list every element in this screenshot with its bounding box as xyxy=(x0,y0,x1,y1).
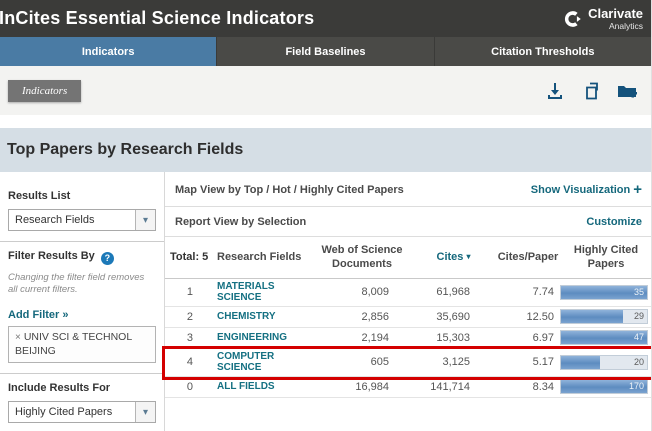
row-rank: 4 xyxy=(165,356,207,368)
remove-filter-icon[interactable]: × xyxy=(15,332,21,343)
results-list-value: Research Fields xyxy=(9,210,135,230)
research-field-link[interactable]: MATERIALS SCIENCE xyxy=(207,281,313,304)
toolbar: Indicators xyxy=(0,66,651,115)
research-field-link[interactable]: ALL FIELDS xyxy=(207,381,313,393)
spacer xyxy=(0,115,651,128)
highly-cited-papers-bar: 170 xyxy=(560,379,648,394)
row-cites: 35,690 xyxy=(411,311,496,323)
row-cites-per-paper: 12.50 xyxy=(496,311,560,323)
clarivate-logo: Clarivate Analytics xyxy=(563,7,645,31)
page-title-banner: Top Papers by Research Fields xyxy=(0,128,651,172)
page-title: Top Papers by Research Fields xyxy=(7,141,243,159)
row-web-of-science-documents: 8,009 xyxy=(313,286,411,298)
include-results-section: Include Results For Highly Cited Papers … xyxy=(0,373,164,431)
app-title: InCites Essential Science Indicators xyxy=(0,8,314,29)
row-cites: 3,125 xyxy=(411,356,496,368)
highly-cited-papers-value: 20 xyxy=(634,357,644,367)
row-web-of-science-documents: 2,856 xyxy=(313,311,411,323)
help-icon[interactable]: ? xyxy=(101,252,114,265)
highly-cited-papers-value: 29 xyxy=(634,311,644,321)
row-rank: 2 xyxy=(165,311,207,323)
table-row[interactable]: 2 CHEMISTRY 2,856 35,690 12.50 29 xyxy=(165,307,652,328)
show-visualization-link[interactable]: Show Visualization+ xyxy=(531,181,642,198)
filter-chip-univ-sci-technol-beijing[interactable]: ×UNIV SCI & TECHNOL BEIJING xyxy=(8,326,156,363)
results-list-select[interactable]: Research Fields ▾ xyxy=(8,209,156,231)
research-field-link[interactable]: ENGINEERING xyxy=(207,332,313,344)
map-view-row: Map View by Top / Hot / Highly Cited Pap… xyxy=(165,172,652,207)
results-list-section: Results List Research Fields ▾ xyxy=(0,182,164,241)
add-to-folder-icon[interactable] xyxy=(617,81,637,101)
sort-down-icon: ▾ xyxy=(466,252,470,261)
report-view-row: Report View by Selection Customize xyxy=(165,207,652,237)
row-rank: 0 xyxy=(165,381,207,393)
row-rank: 3 xyxy=(165,332,207,344)
highly-cited-papers-value: 170 xyxy=(629,381,644,391)
row-cites-per-paper: 7.74 xyxy=(496,286,560,298)
row-web-of-science-documents: 16,984 xyxy=(313,381,411,393)
customize-link[interactable]: Customize xyxy=(586,216,642,228)
include-results-label: Include Results For xyxy=(8,382,156,394)
include-results-select[interactable]: Highly Cited Papers ▾ xyxy=(8,401,156,423)
filter-chip-label: UNIV SCI & TECHNOL BEIJING xyxy=(15,331,132,357)
col-web-of-science-documents: Web of Science Documents xyxy=(313,244,411,272)
chevron-down-icon: ▾ xyxy=(135,210,155,230)
bar-fill xyxy=(561,310,623,323)
row-cites-per-paper: 5.17 xyxy=(496,356,560,368)
tab-citation-thresholds[interactable]: Citation Thresholds xyxy=(434,37,651,66)
download-icon[interactable] xyxy=(545,81,565,101)
table-row[interactable]: 0 ALL FIELDS 16,984 141,714 8.34 170 xyxy=(165,377,652,398)
add-filter-link[interactable]: Add Filter » xyxy=(8,309,69,321)
tab-indicators[interactable]: Indicators xyxy=(0,37,216,66)
brand-name: Clarivate xyxy=(588,7,643,20)
highly-cited-papers-value: 47 xyxy=(634,332,644,342)
clarivate-logo-icon xyxy=(563,9,583,29)
brand-subtitle: Analytics xyxy=(588,22,643,31)
table-row[interactable]: 1 MATERIALS SCIENCE 8,009 61,968 7.74 35 xyxy=(165,279,652,307)
main-panel: Map View by Top / Hot / Highly Cited Pap… xyxy=(165,172,652,431)
table-row[interactable]: 4 COMPUTER SCIENCE 605 3,125 5.17 20 xyxy=(165,349,652,377)
highly-cited-papers-bar: 20 xyxy=(560,355,648,370)
map-view-label: Map View by Top / Hot / Highly Cited Pap… xyxy=(175,184,404,196)
col-cites-per-paper: Cites/Paper xyxy=(496,251,560,265)
filter-results-label: Filter Results By xyxy=(8,250,95,262)
row-rank: 1 xyxy=(165,286,207,298)
table-body: 1 MATERIALS SCIENCE 8,009 61,968 7.74 35… xyxy=(165,279,652,398)
sidebar: Results List Research Fields ▾ Filter Re… xyxy=(0,172,165,431)
row-cites: 61,968 xyxy=(411,286,496,298)
research-field-link[interactable]: CHEMISTRY xyxy=(207,311,313,323)
content: Results List Research Fields ▾ Filter Re… xyxy=(0,172,651,431)
app-header: InCites Essential Science Indicators Cla… xyxy=(0,0,651,37)
main-tab-bar: Indicators Field Baselines Citation Thre… xyxy=(0,37,651,66)
total-count: Total: 5 xyxy=(165,251,207,265)
chevron-down-icon: ▾ xyxy=(135,402,155,422)
highly-cited-papers-bar: 29 xyxy=(560,309,648,324)
table-row[interactable]: 3 ENGINEERING 2,194 15,303 6.97 47 xyxy=(165,328,652,349)
filter-help-text: Changing the filter field removes all cu… xyxy=(8,272,156,298)
row-web-of-science-documents: 605 xyxy=(313,356,411,368)
highly-cited-papers-bar: 35 xyxy=(560,285,648,300)
col-cites-sortable[interactable]: Cites ▾ xyxy=(411,251,496,265)
col-research-fields: Research Fields xyxy=(207,251,313,265)
row-cites-per-paper: 8.34 xyxy=(496,381,560,393)
bar-fill xyxy=(561,356,600,369)
row-web-of-science-documents: 2,194 xyxy=(313,332,411,344)
tab-field-baselines[interactable]: Field Baselines xyxy=(216,37,433,66)
row-cites: 141,714 xyxy=(411,381,496,393)
include-results-value: Highly Cited Papers xyxy=(9,402,135,422)
highly-cited-papers-bar: 47 xyxy=(560,330,648,345)
col-highly-cited-papers: Highly Cited Papers xyxy=(560,244,652,272)
indicators-breadcrumb-button[interactable]: Indicators xyxy=(8,80,81,102)
results-list-label: Results List xyxy=(8,190,156,202)
highly-cited-papers-value: 35 xyxy=(634,287,644,297)
table-header: Total: 5 Research Fields Web of Science … xyxy=(165,237,652,279)
filter-section: Filter Results By ? Changing the filter … xyxy=(0,241,164,373)
row-cites: 15,303 xyxy=(411,332,496,344)
research-field-link[interactable]: COMPUTER SCIENCE xyxy=(207,351,313,374)
print-icon[interactable] xyxy=(581,81,601,101)
plus-icon: + xyxy=(633,181,642,198)
row-cites-per-paper: 6.97 xyxy=(496,332,560,344)
app-window: InCites Essential Science Indicators Cla… xyxy=(0,0,652,431)
report-view-label: Report View by Selection xyxy=(175,216,306,228)
